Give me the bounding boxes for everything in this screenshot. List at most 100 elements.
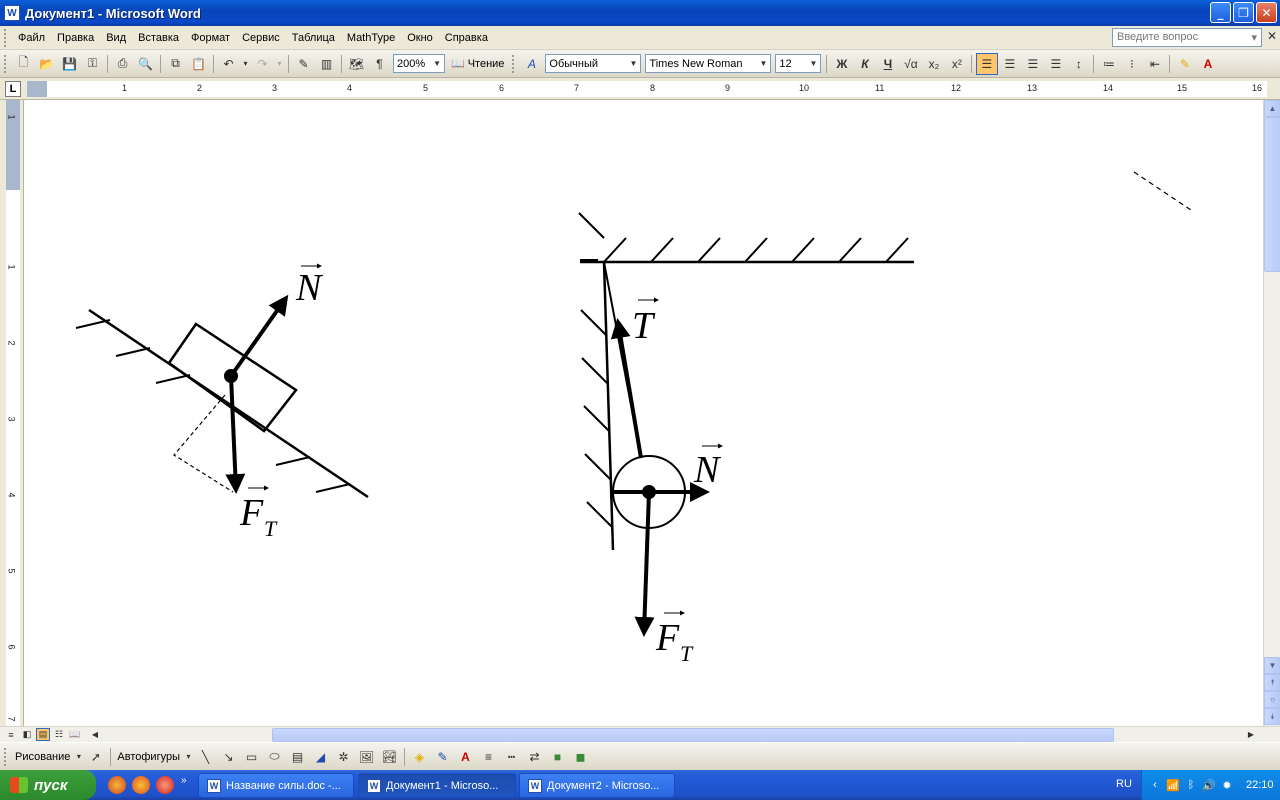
arrow-style-icon[interactable]: ⇄ <box>524 746 546 768</box>
horizontal-scrollbar[interactable]: ≡ ◧ ▤ ☷ 📖 ◀ ▶ <box>0 726 1280 742</box>
highlight-icon[interactable]: ✎ <box>1174 53 1196 75</box>
autoshapes-menu-button[interactable]: Автофигуры <box>114 751 183 763</box>
web-view-icon[interactable]: ◧ <box>20 728 34 741</box>
zoom-select[interactable]: 200% ▼ <box>393 54 445 73</box>
toolbar-grip[interactable] <box>4 747 8 766</box>
square-root-icon[interactable]: √α <box>900 53 922 75</box>
wordart-tool-icon[interactable]: ◢ <box>310 746 332 768</box>
next-page-icon[interactable]: ⯯ <box>1264 708 1280 725</box>
align-right-icon[interactable]: ☰ <box>1022 53 1044 75</box>
fill-color-icon[interactable]: ◈ <box>409 746 431 768</box>
chevron-down-icon[interactable]: ▾ <box>184 746 194 768</box>
font-size-select[interactable]: 12 ▼ <box>775 54 822 73</box>
opera-icon[interactable] <box>132 776 150 794</box>
chevron-down-icon[interactable]: ▼ <box>759 59 767 68</box>
print-layout-icon[interactable]: ▤ <box>36 728 50 741</box>
show-formatting-icon[interactable]: ¶ <box>369 53 391 75</box>
redo-icon[interactable]: ↷ <box>252 53 274 75</box>
language-indicator[interactable]: RU <box>1116 778 1132 790</box>
clipart-tool-icon[interactable]: 🖼 <box>356 746 378 768</box>
start-button[interactable]: пуск <box>0 770 96 800</box>
font-color-icon[interactable]: A <box>455 746 477 768</box>
line-spacing-icon[interactable]: ↕ <box>1068 53 1090 75</box>
numbered-list-icon[interactable]: ≔ <box>1098 53 1120 75</box>
shadow-style-icon[interactable]: ■ <box>547 746 569 768</box>
oval-tool-icon[interactable]: ⬭ <box>264 746 286 768</box>
menu-tools[interactable]: Сервис <box>236 30 286 46</box>
permission-icon[interactable]: ⚿ <box>82 53 104 75</box>
tray-expand-icon[interactable]: ‹ <box>1148 778 1162 792</box>
columns-icon[interactable]: ▥ <box>316 53 338 75</box>
menu-table[interactable]: Таблица <box>286 30 341 46</box>
help-search-input[interactable]: Введите вопрос ▾ <box>1112 28 1262 47</box>
reading-view-icon[interactable]: 📖 <box>68 728 82 741</box>
scroll-right-icon[interactable]: ▶ <box>1244 728 1258 741</box>
picture-tool-icon[interactable]: 🏞 <box>379 746 401 768</box>
vertical-scrollbar[interactable]: ▲ ▼ ⯭ ○ ⯯ <box>1263 100 1280 726</box>
line-color-icon[interactable]: ✎ <box>432 746 454 768</box>
outline-view-icon[interactable]: ☷ <box>52 728 66 741</box>
font-color-icon[interactable]: A <box>1197 53 1219 75</box>
justify-icon[interactable]: ☰ <box>1045 53 1067 75</box>
firefox-icon[interactable] <box>108 776 126 794</box>
status-icon[interactable]: ✹ <box>1220 778 1234 792</box>
menu-mathtype[interactable]: MathType <box>341 30 401 46</box>
font-select[interactable]: Times New Roman ▼ <box>645 54 772 73</box>
scroll-up-icon[interactable]: ▲ <box>1264 100 1280 117</box>
decrease-indent-icon[interactable]: ⇤ <box>1144 53 1166 75</box>
bold-button[interactable]: Ж <box>831 53 853 75</box>
previous-page-icon[interactable]: ⯭ <box>1264 674 1280 691</box>
chevron-down-icon[interactable]: ▼ <box>629 59 637 68</box>
subscript-icon[interactable]: x₂ <box>923 53 945 75</box>
align-left-icon[interactable]: ☰ <box>975 52 998 75</box>
draw-menu-button[interactable]: Рисование <box>12 751 73 763</box>
line-tool-icon[interactable]: ╲ <box>195 746 217 768</box>
tab-selector[interactable]: L <box>5 81 21 97</box>
copy-icon[interactable]: ⧉ <box>165 53 187 75</box>
chevron-down-icon[interactable]: ▼ <box>433 59 441 68</box>
chevron-down-icon[interactable]: ▾ <box>74 746 84 768</box>
undo-icon[interactable]: ↶ <box>218 53 240 75</box>
network-icon[interactable]: 📶 <box>1166 778 1180 792</box>
vertical-scroll-thumb[interactable] <box>1264 117 1280 272</box>
reading-button[interactable]: 📖 Чтение <box>447 57 508 71</box>
diagram-tool-icon[interactable]: ✲ <box>333 746 355 768</box>
arrow-tool-icon[interactable]: ↘ <box>218 746 240 768</box>
menu-insert[interactable]: Вставка <box>132 30 185 46</box>
3d-style-icon[interactable]: ◼ <box>570 746 592 768</box>
bluetooth-icon[interactable]: ᛒ <box>1184 778 1198 792</box>
document-page[interactable]: N F T T N F T <box>24 100 1263 726</box>
toolbar-grip[interactable] <box>4 54 8 73</box>
print-icon[interactable]: ⎙ <box>112 53 134 75</box>
media-player-icon[interactable] <box>156 776 174 794</box>
word-icon[interactable]: W <box>4 5 20 21</box>
chevron-down-icon[interactable]: ▼ <box>809 59 817 68</box>
menu-file[interactable]: Файл <box>12 30 51 46</box>
taskbar-item-active[interactable]: W Документ1 - Microso... <box>358 773 516 798</box>
document-map-icon[interactable]: 🗺 <box>346 53 368 75</box>
browse-object-icon[interactable]: ○ <box>1264 691 1280 708</box>
textbox-tool-icon[interactable]: ▤ <box>287 746 309 768</box>
toolbar-grip[interactable] <box>4 28 8 47</box>
volume-icon[interactable]: 🔊 <box>1202 778 1216 792</box>
scroll-left-icon[interactable]: ◀ <box>88 728 102 741</box>
bulleted-list-icon[interactable]: ⁝ <box>1121 53 1143 75</box>
menu-help[interactable]: Справка <box>439 30 494 46</box>
print-preview-icon[interactable]: 🔍 <box>135 53 157 75</box>
paste-icon[interactable]: 📋 <box>188 53 210 75</box>
vertical-ruler[interactable]: 1 1 2 3 4 5 6 7 <box>0 100 24 726</box>
minimize-button[interactable]: _ <box>1210 2 1231 23</box>
open-folder-icon[interactable]: 📂 <box>36 53 58 75</box>
menu-window[interactable]: Окно <box>401 30 439 46</box>
document-close-icon[interactable]: ✕ <box>1267 29 1277 43</box>
menu-edit[interactable]: Правка <box>51 30 100 46</box>
taskbar-item[interactable]: W Документ2 - Microso... <box>519 773 675 798</box>
line-style-icon[interactable]: ≡ <box>478 746 500 768</box>
menu-view[interactable]: Вид <box>100 30 132 46</box>
normal-view-icon[interactable]: ≡ <box>4 728 18 741</box>
restore-button[interactable]: ❐ <box>1233 2 1254 23</box>
toolbar-grip[interactable] <box>512 54 516 73</box>
superscript-icon[interactable]: x² <box>946 53 968 75</box>
align-center-icon[interactable]: ☰ <box>999 53 1021 75</box>
dash-style-icon[interactable]: ┅ <box>501 746 523 768</box>
